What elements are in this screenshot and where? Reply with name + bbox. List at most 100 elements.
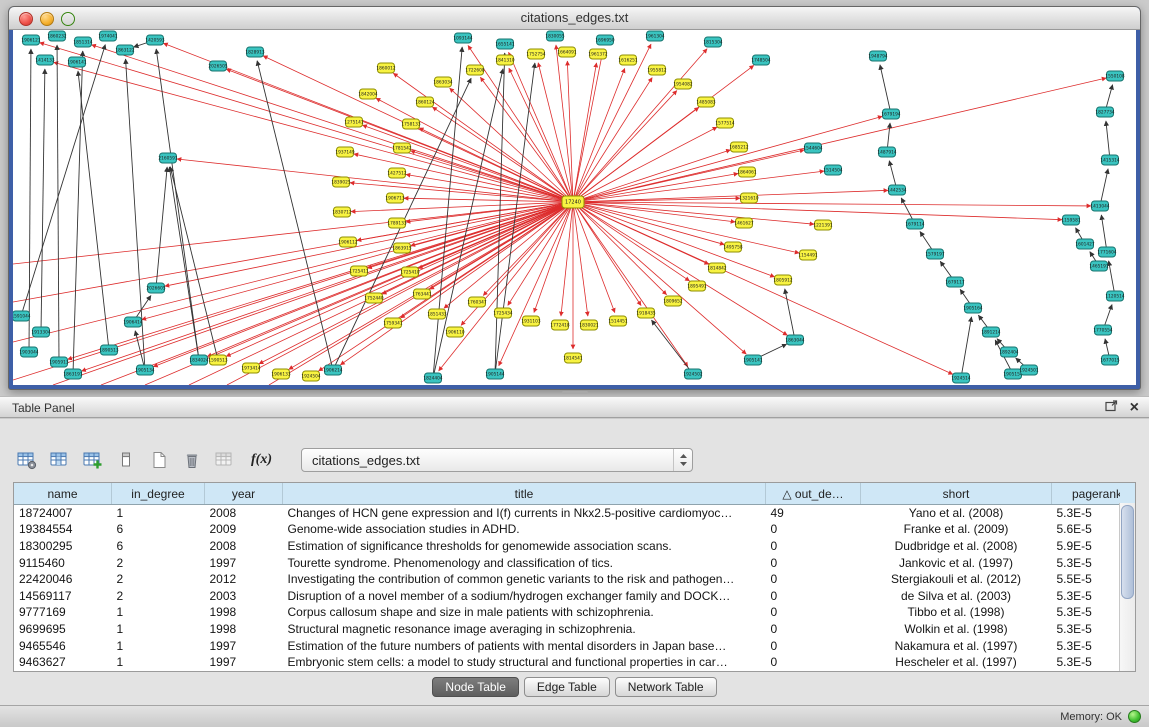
graph-node[interactable]: 1961372: [588, 49, 607, 59]
graph-node[interactable]: 1752440: [364, 293, 383, 303]
graph-node[interactable]: 1954082: [673, 79, 692, 89]
graph-node[interactable]: 1918435: [636, 308, 655, 318]
graph-node[interactable]: 1863191: [63, 369, 82, 379]
graph-node[interactable]: 1863122: [115, 45, 134, 55]
graph-node[interactable]: 1891214: [981, 327, 1000, 337]
graph-node[interactable]: 1841310: [495, 55, 514, 65]
graph-node[interactable]: 1851314: [73, 37, 92, 47]
table-scrollbar[interactable]: [1119, 503, 1135, 671]
graph-node[interactable]: 1696950: [595, 35, 614, 45]
graph-node[interactable]: 1772418: [550, 320, 569, 330]
graph-node[interactable]: 1864061: [737, 167, 756, 177]
graph-node[interactable]: 1955812: [647, 65, 666, 75]
table-disabled-icon[interactable]: [214, 450, 236, 470]
tab-network-table[interactable]: Network Table: [615, 677, 717, 697]
graph-node[interactable]: 1830021: [579, 320, 598, 330]
graph-node[interactable]: 1830055: [545, 31, 564, 41]
graph-node[interactable]: 1789133: [387, 218, 406, 228]
graph-node[interactable]: 1906414: [123, 317, 142, 327]
column-header-name[interactable]: name: [14, 483, 112, 505]
graph-node[interactable]: 1159581: [1061, 215, 1080, 225]
graph-node[interactable]: 1487914: [877, 147, 896, 157]
graph-node[interactable]: 1120514: [1105, 291, 1124, 301]
graph-node[interactable]: 1679114: [905, 219, 924, 229]
graph-node[interactable]: 1664091: [557, 47, 576, 57]
graph-node[interactable]: 2026505: [208, 61, 227, 71]
table-row[interactable]: 1830029562008Estimation of significance …: [14, 538, 1136, 555]
table-row[interactable]: 946362711997Embryonic stem cells: a mode…: [14, 654, 1136, 671]
graph-node[interactable]: 1905913: [49, 357, 68, 367]
graph-node[interactable]: 1760347: [467, 297, 486, 307]
table-selector-dropdown[interactable]: citations_edges.txt: [301, 448, 693, 472]
graph-node[interactable]: 1924504: [301, 371, 320, 381]
scrollbar-thumb[interactable]: [1121, 505, 1134, 599]
graph-node[interactable]: 1973414: [241, 363, 260, 373]
graph-node[interactable]: 1781542: [392, 143, 411, 153]
graph-node[interactable]: 1748504: [751, 55, 770, 65]
column-header-title[interactable]: title: [283, 483, 766, 505]
graph-node[interactable]: 1427512: [387, 168, 406, 178]
table-row[interactable]: 1456911722003Disruption of a novel membe…: [14, 587, 1136, 604]
zoom-window-button[interactable]: [61, 12, 75, 26]
graph-node[interactable]: 1863044: [785, 335, 804, 345]
graph-node[interactable]: 1725410: [400, 267, 419, 277]
table-row[interactable]: 1938455462009Genome-wide association stu…: [14, 521, 1136, 538]
graph-node[interactable]: 1905164: [963, 303, 982, 313]
column-header-out_degree[interactable]: △ out_de…: [766, 483, 861, 505]
network-canvas[interactable]: 1724018630341860124175813317815421427512…: [13, 30, 1136, 385]
graph-node[interactable]: 1442534: [887, 185, 906, 195]
graph-node[interactable]: 1514451: [608, 316, 627, 326]
table-row[interactable]: 1872400712008Changes of HCN gene express…: [14, 505, 1136, 522]
graph-node[interactable]: 1221391: [813, 220, 832, 230]
graph-node[interactable]: 1814842: [707, 263, 726, 273]
function-builder-button[interactable]: f(x): [251, 452, 272, 468]
table-row[interactable]: 946554611997Estimation of the future num…: [14, 637, 1136, 654]
graph-node[interactable]: 1591044: [13, 311, 31, 321]
graph-node[interactable]: 1905134: [135, 365, 154, 375]
graph-node[interactable]: 1579197: [925, 249, 944, 259]
graph-node[interactable]: 1722608: [465, 65, 484, 75]
graph-node[interactable]: 1815304: [703, 37, 722, 47]
graph-node[interactable]: 1905141: [743, 355, 762, 365]
graph-node[interactable]: 1685212: [729, 142, 748, 152]
graph-node[interactable]: 1805912: [773, 275, 792, 285]
graph-node[interactable]: 1577514: [715, 118, 734, 128]
float-panel-icon[interactable]: [1105, 397, 1118, 419]
graph-node[interactable]: 1924501: [1019, 365, 1038, 375]
graph-node[interactable]: 1906133: [271, 369, 290, 379]
graph-node[interactable]: 1415314: [1100, 155, 1119, 165]
graph-node[interactable]: 1906214: [323, 365, 342, 375]
graph-node[interactable]: 1906141: [67, 57, 86, 67]
table-add-icon[interactable]: [82, 450, 104, 470]
table-row[interactable]: 977716911998Corpus callosum shape and si…: [14, 604, 1136, 621]
graph-node[interactable]: 1809652: [663, 296, 682, 306]
graph-node[interactable]: 1906112: [338, 237, 357, 247]
graph-node[interactable]: 1906110: [445, 327, 464, 337]
table-row[interactable]: 911546021997Tourette syndrome. Phenomeno…: [14, 554, 1136, 571]
graph-node[interactable]: 1413044: [1090, 201, 1109, 211]
graph-node[interactable]: 1616251: [618, 55, 637, 65]
graph-node[interactable]: 1948794: [868, 51, 887, 61]
graph-node[interactable]: 17240: [562, 196, 584, 208]
graph-node[interactable]: 1550108: [1105, 71, 1124, 81]
graph-node[interactable]: 1913304: [31, 327, 50, 337]
graph-node[interactable]: 1759341: [383, 318, 402, 328]
graph-node[interactable]: 1655141: [495, 39, 514, 49]
graph-node[interactable]: 1814541: [563, 353, 582, 363]
graph-node[interactable]: 1961304: [645, 31, 664, 41]
graph-node[interactable]: 1414133: [35, 55, 54, 65]
graph-node[interactable]: 1461627: [734, 218, 753, 228]
graph-node[interactable]: 1903044: [19, 347, 38, 357]
graph-node[interactable]: 1465191: [1089, 261, 1108, 271]
graph-node[interactable]: 1890513: [99, 345, 118, 355]
graph-node[interactable]: 1770554: [1093, 325, 1112, 335]
graph-node[interactable]: 1842004: [358, 89, 377, 99]
close-panel-icon[interactable]: ×: [1130, 397, 1139, 419]
graph-node[interactable]: 1725411: [349, 266, 368, 276]
new-document-icon[interactable]: [148, 450, 170, 470]
graph-node[interactable]: 1275141: [344, 117, 363, 127]
column-header-year[interactable]: year: [205, 483, 283, 505]
graph-node[interactable]: 1830712: [332, 207, 351, 217]
graph-node[interactable]: 1851433: [427, 309, 446, 319]
graph-node[interactable]: 1860232: [47, 31, 66, 41]
